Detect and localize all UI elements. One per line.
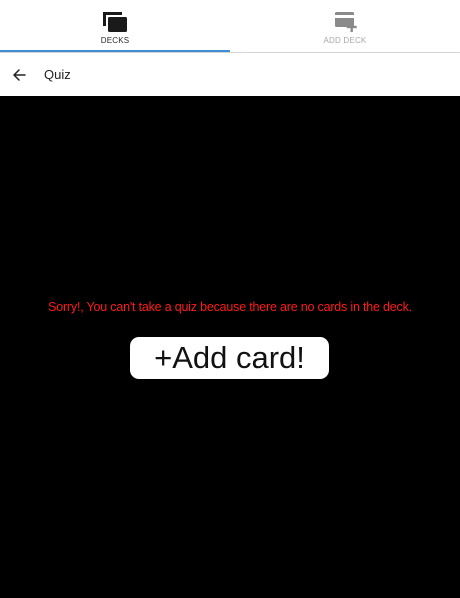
tab-decks[interactable]: DECKS <box>0 0 230 52</box>
decks-icon <box>103 12 127 32</box>
page-title: Quiz <box>44 67 71 82</box>
app-root: DECKS ADD DECK Quiz Sorry!, You can't ta… <box>0 0 460 598</box>
tab-add-deck-label: ADD DECK <box>323 36 367 45</box>
arrow-left-icon <box>13 68 26 81</box>
back-button[interactable] <box>4 60 34 90</box>
tab-bar: DECKS ADD DECK <box>0 0 460 52</box>
quiz-header: Quiz <box>0 53 460 96</box>
tab-add-deck[interactable]: ADD DECK <box>230 0 460 52</box>
empty-deck-message: Sorry!, You can't take a quiz because th… <box>48 300 412 314</box>
quiz-content: Sorry!, You can't take a quiz because th… <box>0 97 460 598</box>
tab-decks-label: DECKS <box>100 36 130 45</box>
add-card-button[interactable]: +Add card! <box>130 337 329 379</box>
add-deck-icon <box>335 12 357 32</box>
